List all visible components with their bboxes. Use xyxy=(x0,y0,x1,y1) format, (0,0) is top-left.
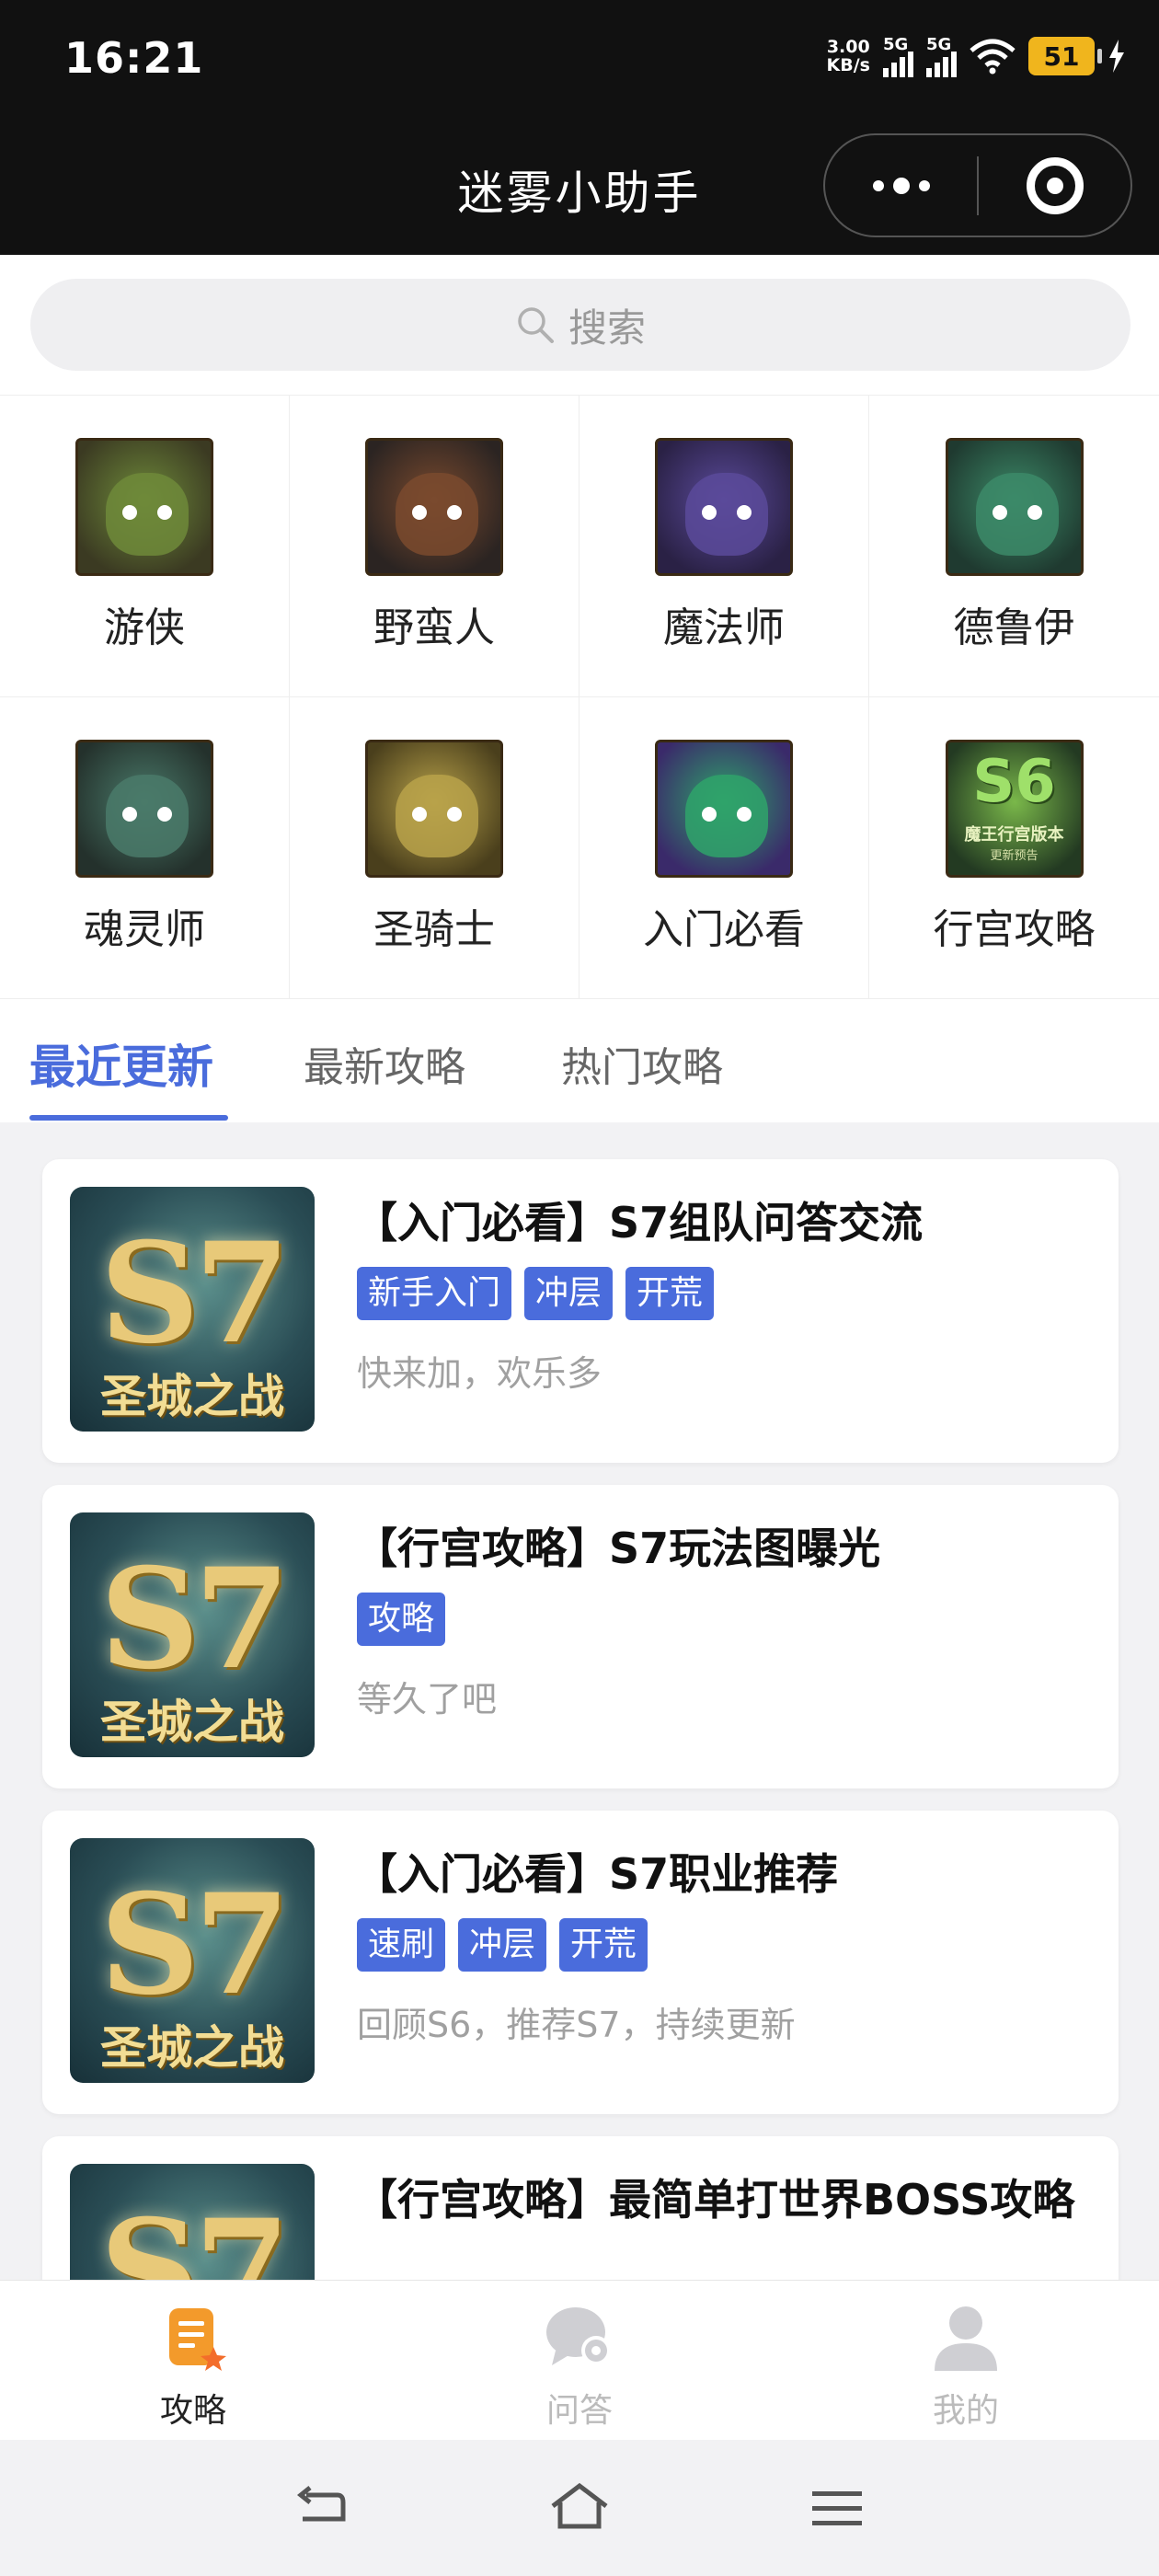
tab-hot[interactable]: 热门攻略 xyxy=(561,1034,723,1093)
category-label: 德鲁伊 xyxy=(953,604,1075,651)
category-label: 圣骑士 xyxy=(373,906,495,953)
category-item[interactable]: 德鲁伊 xyxy=(869,396,1159,697)
wifi-icon xyxy=(970,39,1016,75)
category-label: 入门必看 xyxy=(643,906,805,953)
nav-label: 攻略 xyxy=(159,2392,226,2430)
top-bar: 16:21 3.00 KB/s 5G 5G 51 迷雾小助手 xyxy=(0,0,1159,255)
system-nav-bar xyxy=(0,2440,1159,2576)
thumbnail-subtitle: 圣城之战 xyxy=(100,1696,284,1749)
article-card[interactable]: S7 圣城之战 【行宫攻略】S7玩法图曝光 攻略 等久了吧 xyxy=(42,1485,1119,1788)
search-input[interactable]: 搜索 xyxy=(30,279,1130,371)
nav-label: 问答 xyxy=(545,2392,613,2430)
article-thumbnail: S7 圣城之战 xyxy=(70,1187,315,1432)
charging-icon xyxy=(1109,40,1124,73)
battery-icon: 51 xyxy=(1028,37,1102,75)
season-badge: S6 xyxy=(972,748,1056,816)
tag-badge: 开荒 xyxy=(559,1918,648,1972)
category-label: 行宫攻略 xyxy=(933,906,1096,953)
article-tags: 速刷 冲层 开荒 xyxy=(357,1918,648,1972)
menu-icon[interactable] xyxy=(805,2478,869,2537)
category-item[interactable]: 游侠 xyxy=(0,396,290,697)
article-description: 回顾S6，推荐S7，持续更新 xyxy=(357,2005,796,2045)
search-icon xyxy=(518,307,554,343)
thumbnail-season: S7 xyxy=(99,1864,291,2026)
guide-icon xyxy=(169,2308,226,2371)
thumbnail-subtitle: 圣城之战 xyxy=(100,2021,284,2075)
more-button[interactable] xyxy=(825,135,977,236)
article-thumbnail: S7 圣城之战 xyxy=(70,1512,315,1757)
category-avatar-icon: S6 魔王行宫版本 更新预告 xyxy=(945,740,1084,878)
nav-guide[interactable]: 攻略 xyxy=(101,2299,285,2432)
badge-subtitle-2: 更新预告 xyxy=(990,849,1039,863)
article-title: 【行宫攻略】S7玩法图曝光 xyxy=(355,1524,881,1573)
category-avatar-icon xyxy=(655,740,793,878)
active-tab-indicator xyxy=(29,1115,228,1121)
article-tags: 攻略 xyxy=(357,1593,446,1646)
article-title: 【入门必看】S7组队问答交流 xyxy=(355,1198,924,1248)
tag-badge: 新手入门 xyxy=(357,1267,512,1320)
category-item[interactable]: 魂灵师 xyxy=(0,697,290,999)
signal-icon: 5G xyxy=(883,35,913,77)
category-avatar-icon xyxy=(945,438,1084,576)
close-button[interactable] xyxy=(979,135,1130,236)
thumbnail-season: S7 xyxy=(99,2190,291,2280)
search-placeholder: 搜索 xyxy=(568,305,646,351)
category-item[interactable]: 圣骑士 xyxy=(290,697,580,999)
nav-label: 我的 xyxy=(932,2392,999,2430)
category-item[interactable]: 入门必看 xyxy=(580,697,869,999)
article-title: 【行宫攻略】最简单打世界BOSS攻略 xyxy=(355,2175,1075,2225)
bottom-nav: 攻略 问答 我的 xyxy=(0,2280,1159,2440)
thumbnail-season: S7 xyxy=(99,1213,291,1374)
category-label: 野蛮人 xyxy=(373,604,495,651)
article-description: 快来加，欢乐多 xyxy=(357,1353,602,1394)
article-thumbnail: S7 圣城之战 xyxy=(70,1838,315,2083)
category-label: 魔法师 xyxy=(663,604,785,651)
article-card[interactable]: S7 圣城之战 【行宫攻略】最简单打世界BOSS攻略 xyxy=(42,2136,1119,2280)
category-label: 魂灵师 xyxy=(84,906,205,953)
nav-qa[interactable]: 问答 xyxy=(488,2299,671,2432)
category-item[interactable]: S6 魔王行宫版本 更新预告行宫攻略 xyxy=(869,697,1159,999)
category-grid: 游侠 野蛮人 魔法师 德鲁伊 魂灵师 圣骑士 入门必看 S6 魔王行宫版本 更新预… xyxy=(0,395,1159,999)
status-time: 16:21 xyxy=(64,33,204,83)
tag-badge: 冲层 xyxy=(458,1918,547,1972)
tag-badge: 攻略 xyxy=(357,1593,446,1646)
article-card[interactable]: S7 圣城之战 【入门必看】S7组队问答交流 新手入门 冲层 开荒 快来加，欢乐多 xyxy=(42,1159,1119,1463)
category-avatar-icon xyxy=(365,438,503,576)
thumbnail-subtitle: 圣城之战 xyxy=(100,1370,284,1423)
article-thumbnail: S7 圣城之战 xyxy=(70,2164,315,2280)
back-icon[interactable] xyxy=(290,2478,354,2537)
status-icons: 3.00 KB/s 5G 5G 51 xyxy=(827,35,1126,77)
tab-latest[interactable]: 最新攻略 xyxy=(304,1034,465,1093)
network-speed: 3.00 KB/s xyxy=(826,37,870,75)
user-icon xyxy=(935,2306,997,2371)
badge-subtitle: 魔王行宫版本 xyxy=(964,825,1064,845)
tag-badge: 冲层 xyxy=(524,1267,614,1320)
mini-program-capsule xyxy=(823,133,1132,237)
tab-bar: 最近更新 最新攻略 热门攻略 xyxy=(0,999,1159,1122)
article-title: 【入门必看】S7职业推荐 xyxy=(355,1849,839,1899)
category-item[interactable]: 魔法师 xyxy=(580,396,869,697)
category-avatar-icon xyxy=(75,438,213,576)
search-area: 搜索 xyxy=(0,255,1159,395)
category-label: 游侠 xyxy=(104,604,185,651)
article-description: 等久了吧 xyxy=(357,1679,498,1719)
target-icon xyxy=(1026,156,1084,214)
category-avatar-icon xyxy=(655,438,793,576)
tag-badge: 速刷 xyxy=(357,1918,446,1972)
category-avatar-icon xyxy=(75,740,213,878)
home-icon[interactable] xyxy=(547,2478,612,2537)
thumbnail-season: S7 xyxy=(99,1538,291,1700)
tag-badge: 开荒 xyxy=(625,1267,715,1320)
article-card[interactable]: S7 圣城之战 【入门必看】S7职业推荐 速刷 冲层 开荒 回顾S6，推荐S7，持续… xyxy=(42,1811,1119,2114)
article-tags: 新手入门 冲层 开荒 xyxy=(357,1267,715,1320)
nav-mine[interactable]: 我的 xyxy=(874,2299,1058,2432)
signal-icon: 5G xyxy=(926,35,957,77)
article-list[interactable]: S7 圣城之战 【入门必看】S7组队问答交流 新手入门 冲层 开荒 快来加，欢乐多 … xyxy=(0,1122,1159,2280)
tab-recent[interactable]: 最近更新 xyxy=(29,1030,213,1097)
chat-icon xyxy=(546,2307,611,2365)
category-avatar-icon xyxy=(365,740,503,878)
category-item[interactable]: 野蛮人 xyxy=(290,396,580,697)
